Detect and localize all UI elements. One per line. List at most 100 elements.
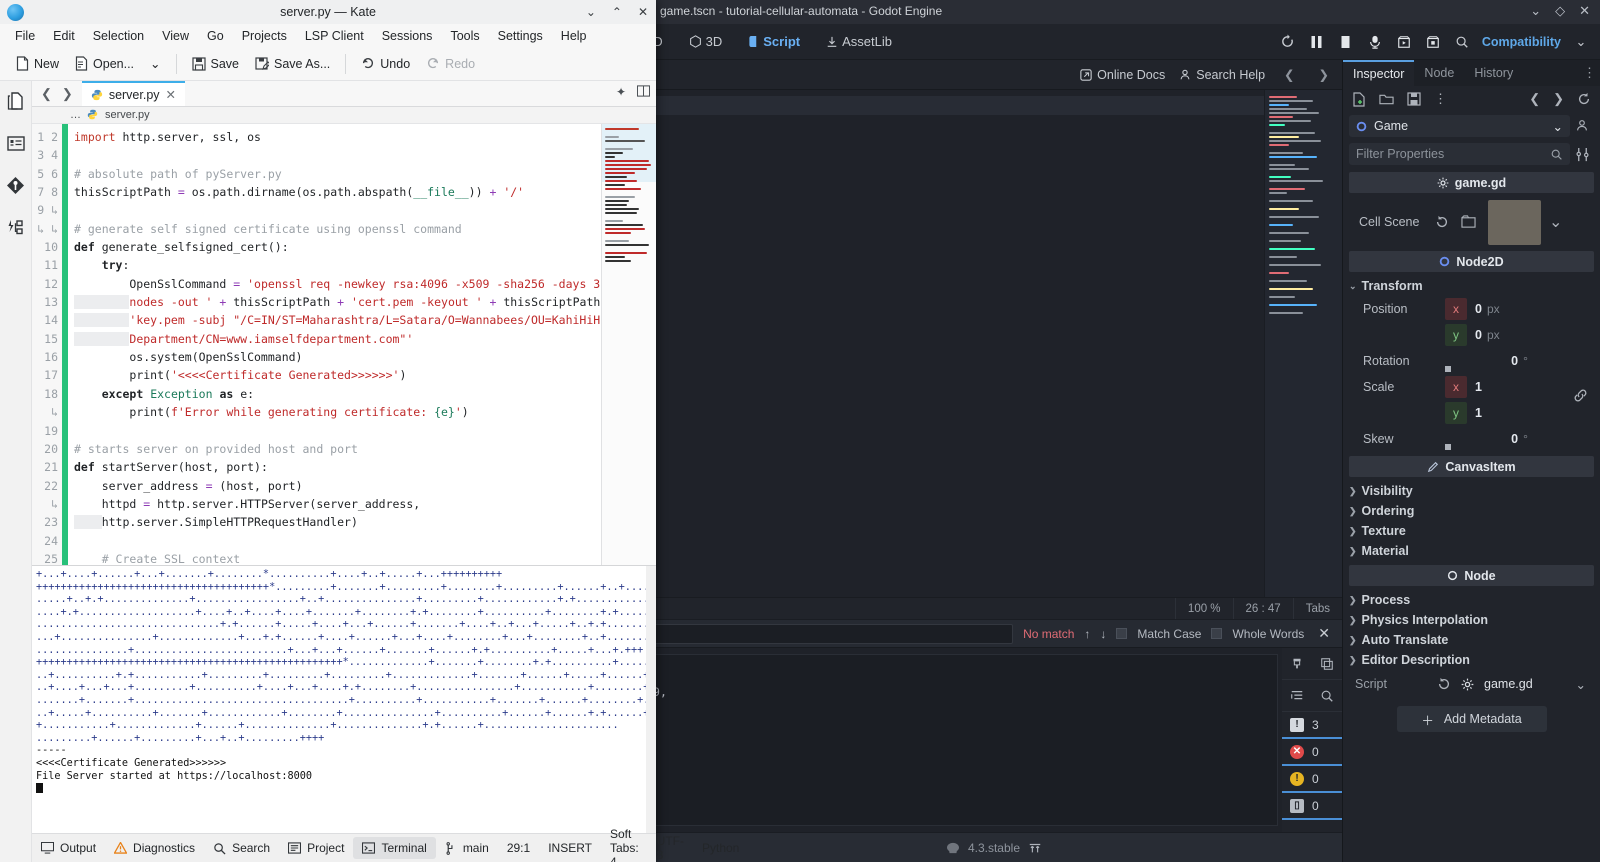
tab-3d[interactable]: 3D [683, 31, 729, 52]
log-counter[interactable]: ▯ 0 [1282, 793, 1342, 820]
kate-minimap[interactable] [601, 124, 656, 565]
find-next-icon[interactable]: ↓ [1100, 627, 1106, 641]
new-button[interactable]: New [10, 53, 65, 74]
whole-words-checkbox[interactable] [1211, 628, 1223, 639]
fold-ordering[interactable]: ❯ Ordering [1349, 501, 1594, 521]
reload-icon[interactable] [1577, 92, 1591, 106]
new-resource-icon[interactable] [1352, 91, 1366, 107]
node-section-header[interactable]: Node [1349, 565, 1594, 586]
terminal-output[interactable]: +...+....+......+...+.......+........*..… [32, 566, 646, 833]
fold-editor-description[interactable]: ❯ Editor Description [1349, 650, 1594, 670]
fold-process[interactable]: ❯ Process [1349, 590, 1594, 610]
fold-physics-interpolation[interactable]: ❯ Physics Interpolation [1349, 610, 1594, 630]
open-dropdown-button[interactable]: ⌄ [144, 53, 166, 74]
back-icon[interactable]: ❮ [41, 86, 52, 102]
script-property-value[interactable]: game.gd [1484, 677, 1566, 691]
search-help-button[interactable]: Search Help [1179, 68, 1265, 82]
filter-properties-input[interactable]: Filter Properties [1349, 143, 1570, 165]
statusbar-diagnostics[interactable]: Diagnostics [105, 837, 204, 859]
kate-terminal-panel[interactable]: +...+....+......+...+.......+........*..… [32, 565, 656, 833]
collapse-output-icon[interactable] [1282, 680, 1312, 711]
play-scene-icon[interactable] [1395, 33, 1413, 51]
forward-icon[interactable]: ❯ [62, 86, 73, 102]
revert-cell-scene-icon[interactable] [1435, 215, 1449, 229]
statusbar-output[interactable]: Output [32, 837, 105, 859]
menu-file[interactable]: File [6, 27, 44, 45]
statusbar-branch[interactable]: main [436, 837, 498, 859]
scale-x-field[interactable]: x 1 [1445, 376, 1594, 398]
canvasitem-section-header[interactable]: CanvasItem [1349, 456, 1594, 477]
undo-button[interactable]: Undo [355, 54, 416, 74]
filesystem-icon[interactable] [6, 133, 26, 153]
add-metadata-button[interactable]: ＋ Add Metadata [1396, 706, 1547, 732]
inspector-settings-icon[interactable] [1570, 147, 1594, 162]
godot-maximize-icon[interactable]: ◇ [1555, 3, 1565, 19]
tab-assetlib[interactable]: AssetLib [820, 31, 898, 52]
statusbar-terminal[interactable]: Terminal [353, 837, 436, 859]
close-find-icon[interactable]: ✕ [1314, 625, 1334, 642]
save-button[interactable]: Save [186, 54, 246, 74]
renderer-selector[interactable]: Compatibility [1482, 35, 1561, 49]
clear-output-icon[interactable] [1282, 648, 1312, 679]
menu-edit[interactable]: Edit [44, 27, 84, 45]
statusbar-cursor-position[interactable]: 29:1 [498, 837, 539, 859]
menu-selection[interactable]: Selection [84, 27, 153, 45]
git-icon[interactable] [6, 175, 26, 195]
movie-writer-icon[interactable] [1366, 33, 1384, 51]
kate-maximize-icon[interactable]: ⌃ [612, 5, 622, 19]
statusbar-project[interactable]: Project [279, 837, 353, 859]
position-y-field[interactable]: y 0 px [1445, 324, 1594, 346]
transform-fold[interactable]: ⌄ Transform [1349, 276, 1594, 296]
next-script-button[interactable]: ❯ [1314, 67, 1334, 82]
zoom-level[interactable]: 100 % [1174, 597, 1233, 620]
menu-settings[interactable]: Settings [489, 27, 552, 45]
link-scale-icon[interactable] [1573, 388, 1588, 403]
chevron-down-icon[interactable]: ⌄ [1576, 677, 1594, 692]
match-case-checkbox[interactable] [1116, 628, 1128, 639]
info-counter[interactable]: ! 3 [1282, 712, 1342, 739]
indent-mode[interactable]: Tabs [1292, 597, 1342, 620]
play-custom-scene-icon[interactable] [1424, 33, 1442, 51]
history-prev-icon[interactable]: ❮ [1529, 91, 1540, 107]
chevron-down-icon[interactable]: ⌄ [1572, 33, 1590, 51]
menu-tools[interactable]: Tools [441, 27, 488, 45]
scale-y-field[interactable]: y 1 [1445, 402, 1594, 424]
move-panel-icon[interactable] [1028, 841, 1042, 855]
cell-scene-preview[interactable] [1488, 199, 1541, 245]
revert-script-icon[interactable] [1437, 677, 1451, 691]
remote-debug-icon[interactable] [1453, 33, 1471, 51]
godot-close-icon[interactable]: ✕ [1579, 3, 1590, 19]
statusbar-tab-settings[interactable]: Soft Tabs: 4 [601, 823, 648, 862]
node2d-section-header[interactable]: Node2D [1349, 251, 1594, 272]
lsp-symbols-icon[interactable] [6, 217, 26, 237]
documents-icon[interactable] [6, 91, 26, 111]
godot-minimap[interactable] [1264, 90, 1342, 597]
tab-inspector[interactable]: Inspector [1343, 60, 1415, 86]
find-prev-icon[interactable]: ↑ [1084, 627, 1090, 641]
godot-window-controls[interactable]: ⌄ ◇ ✕ [1530, 3, 1590, 19]
open-button[interactable]: Open... [69, 53, 140, 74]
prev-script-button[interactable]: ❮ [1279, 67, 1299, 82]
kate-close-icon[interactable]: ✕ [638, 5, 648, 19]
line-column[interactable]: 26 : 47 [1232, 597, 1293, 620]
kate-code-text[interactable]: import http.server, ssl, os # absolute p… [68, 124, 601, 565]
fold-texture[interactable]: ❯ Texture [1349, 521, 1594, 541]
open-resource-icon[interactable] [1379, 92, 1394, 106]
fold-visibility[interactable]: ❯ Visibility [1349, 481, 1594, 501]
stop-icon[interactable] [1337, 33, 1355, 51]
fold-material[interactable]: ❯ Material [1349, 541, 1594, 561]
tab-script[interactable]: Script [742, 31, 806, 52]
terminal-scrollbar[interactable] [646, 566, 656, 833]
position-x-field[interactable]: x 0 px [1445, 298, 1594, 320]
breadcrumb-ellipsis[interactable]: … [70, 109, 81, 121]
rotation-field[interactable]: 0 ° [1445, 354, 1594, 372]
godot-minimize-icon[interactable]: ⌄ [1530, 3, 1541, 19]
menu-sessions[interactable]: Sessions [373, 27, 442, 45]
menu-view[interactable]: View [153, 27, 198, 45]
script-section-header[interactable]: game.gd [1349, 172, 1594, 193]
quick-open-icon[interactable]: ✦ [616, 85, 626, 99]
menu-help[interactable]: Help [552, 27, 596, 45]
fold-auto-translate[interactable]: ❯ Auto Translate [1349, 630, 1594, 650]
error-counter[interactable]: ✕ 0 [1282, 739, 1342, 766]
kate-minimize-icon[interactable]: ⌄ [586, 5, 596, 19]
